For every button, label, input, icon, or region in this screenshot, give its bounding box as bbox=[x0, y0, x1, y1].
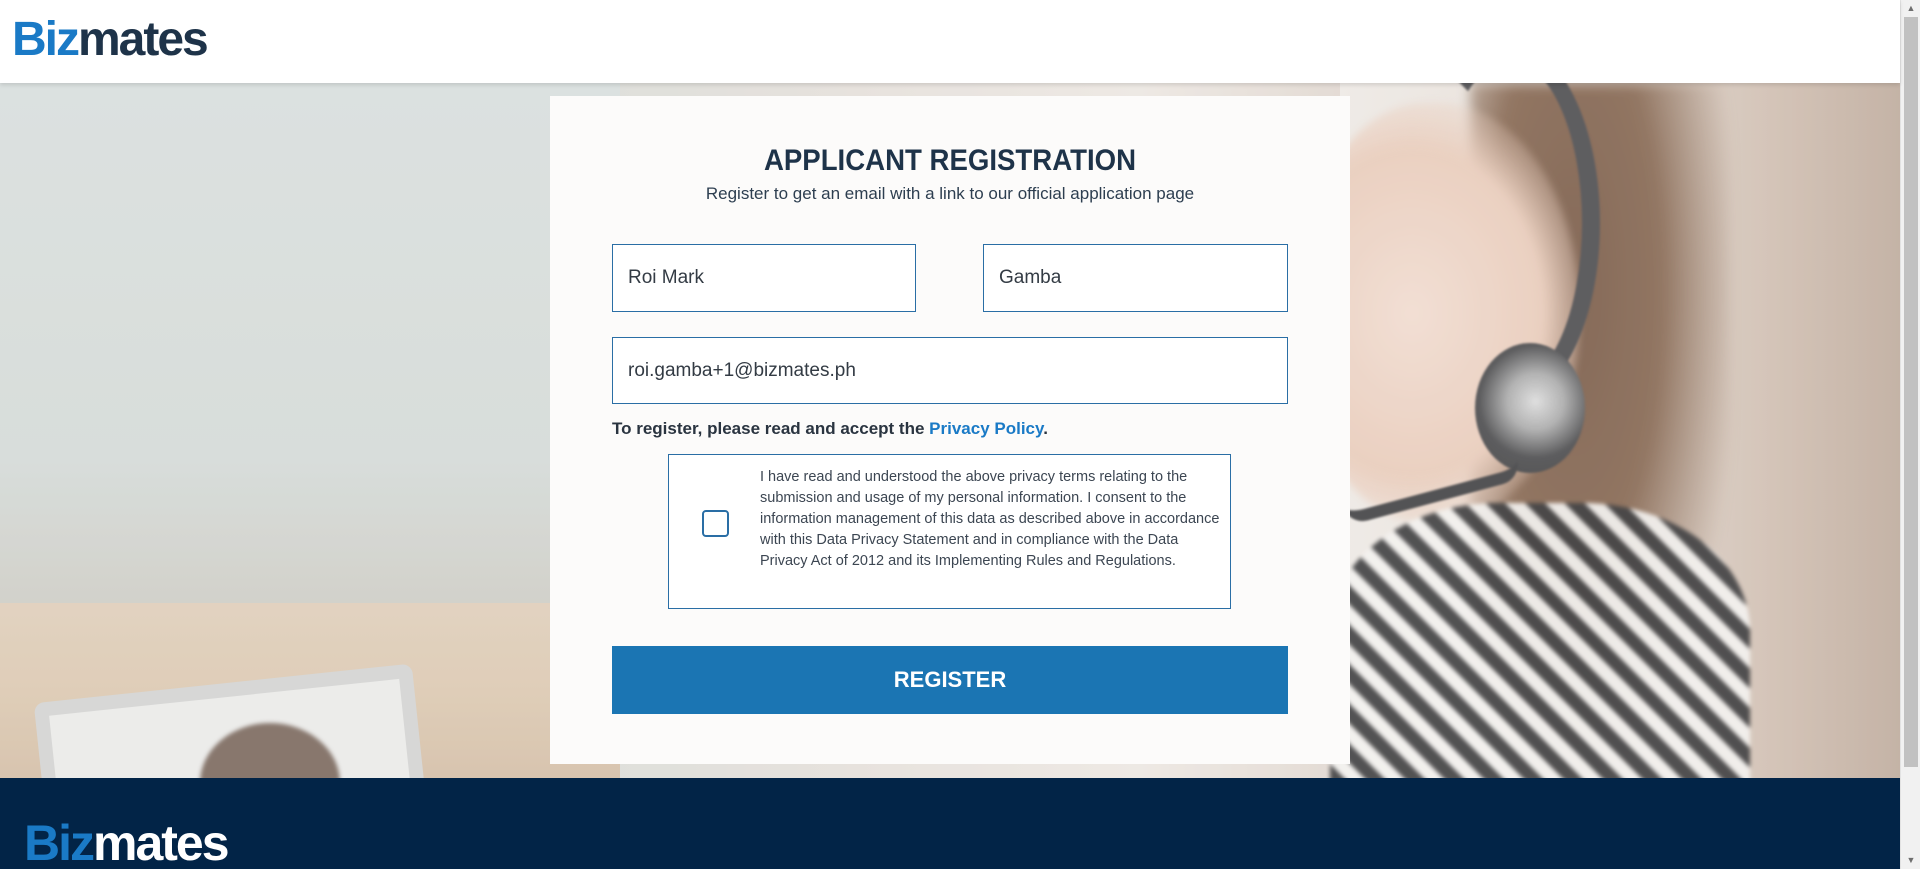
page: Bizmates APPLICANT REGISTRATION Register… bbox=[0, 0, 1920, 869]
consent-suffix: . bbox=[1043, 419, 1048, 438]
consent-checkbox[interactable] bbox=[702, 510, 729, 537]
first-name-input[interactable] bbox=[628, 267, 900, 289]
scroll-thumb[interactable] bbox=[1904, 17, 1918, 767]
email-field[interactable] bbox=[612, 337, 1288, 404]
page-scrollbar[interactable]: ▲ ▼ bbox=[1900, 0, 1920, 869]
logo-mates: mates bbox=[78, 13, 209, 66]
register-button[interactable]: REGISTER bbox=[612, 646, 1288, 714]
consent-text: I have read and understood the above pri… bbox=[760, 469, 1220, 569]
site-header: Bizmates bbox=[0, 0, 1900, 83]
last-name-field[interactable] bbox=[983, 244, 1288, 312]
footer-logo-mates: mates bbox=[93, 815, 230, 869]
consent-instruction: To register, please read and accept the … bbox=[612, 419, 1048, 439]
registration-card: APPLICANT REGISTRATION Register to get a… bbox=[550, 96, 1350, 764]
email-input[interactable] bbox=[628, 359, 1272, 382]
consent-box: I have read and understood the above pri… bbox=[668, 454, 1231, 609]
scroll-down-icon[interactable]: ▼ bbox=[1901, 852, 1920, 869]
logo-biz: Biz bbox=[12, 13, 80, 66]
footer-logo-biz: Biz bbox=[24, 815, 95, 869]
footer-logo[interactable]: Bizmates bbox=[24, 815, 230, 869]
privacy-policy-link[interactable]: Privacy Policy bbox=[929, 419, 1043, 438]
header-logo[interactable]: Bizmates bbox=[12, 13, 209, 66]
first-name-field[interactable] bbox=[612, 244, 916, 312]
consent-prefix: To register, please read and accept the bbox=[612, 419, 925, 438]
site-footer: Bizmates bbox=[0, 778, 1900, 869]
page-title: APPLICANT REGISTRATION bbox=[763, 144, 1137, 177]
last-name-input[interactable] bbox=[999, 267, 1272, 289]
scroll-up-icon[interactable]: ▲ bbox=[1901, 0, 1920, 17]
page-subtitle: Register to get an email with a link to … bbox=[705, 184, 1195, 203]
